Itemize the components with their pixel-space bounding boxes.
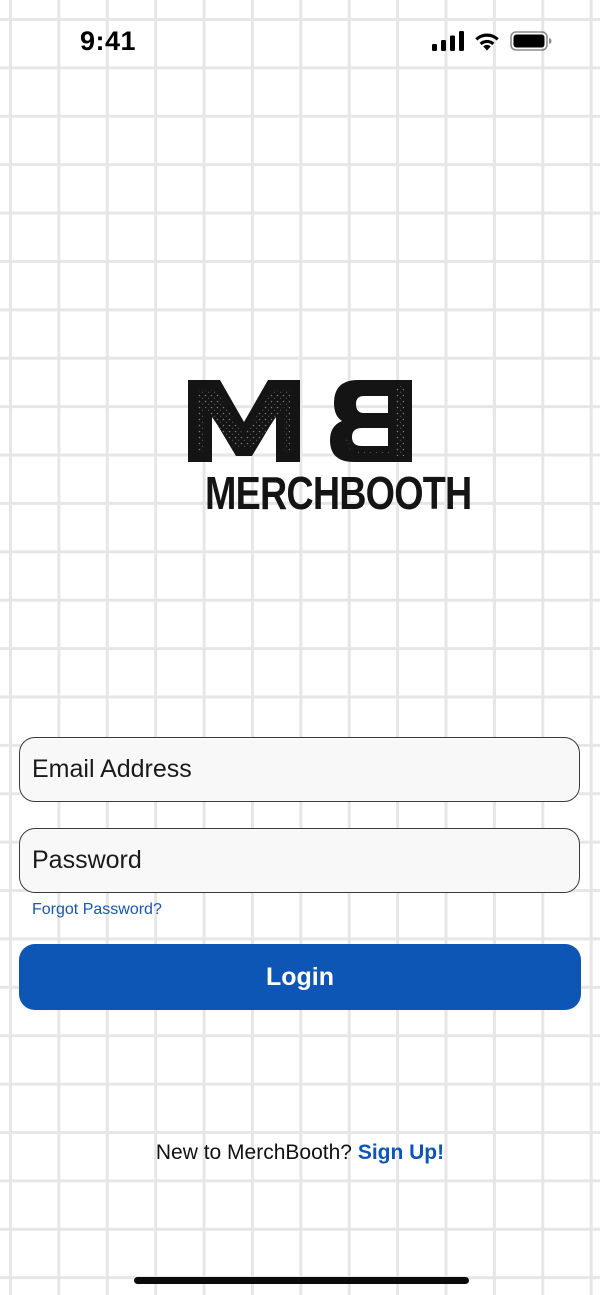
logo-wordmark: MERCHBOOTH [205, 467, 472, 519]
status-time: 9:41 [80, 26, 137, 56]
signup-row: New to MerchBooth? Sign Up! [0, 1141, 600, 1165]
status-icons [432, 31, 552, 51]
status-bar: 9:41 [0, 0, 600, 88]
signup-prompt: New to MerchBooth? [155, 1141, 352, 1164]
cellular-signal-icon [432, 31, 464, 51]
mb-monogram-mark [188, 380, 412, 462]
wifi-icon [475, 33, 499, 51]
home-indicator[interactable] [134, 1277, 469, 1284]
password-field[interactable] [19, 828, 580, 893]
login-button[interactable]: Login [19, 944, 581, 1010]
merchbooth-logo: MERCHBOOTH [186, 376, 472, 546]
signup-link[interactable]: Sign Up! [358, 1141, 444, 1164]
battery-icon [510, 31, 552, 51]
forgot-password-link[interactable]: Forgot Password? [32, 901, 162, 919]
email-field[interactable] [19, 737, 580, 802]
